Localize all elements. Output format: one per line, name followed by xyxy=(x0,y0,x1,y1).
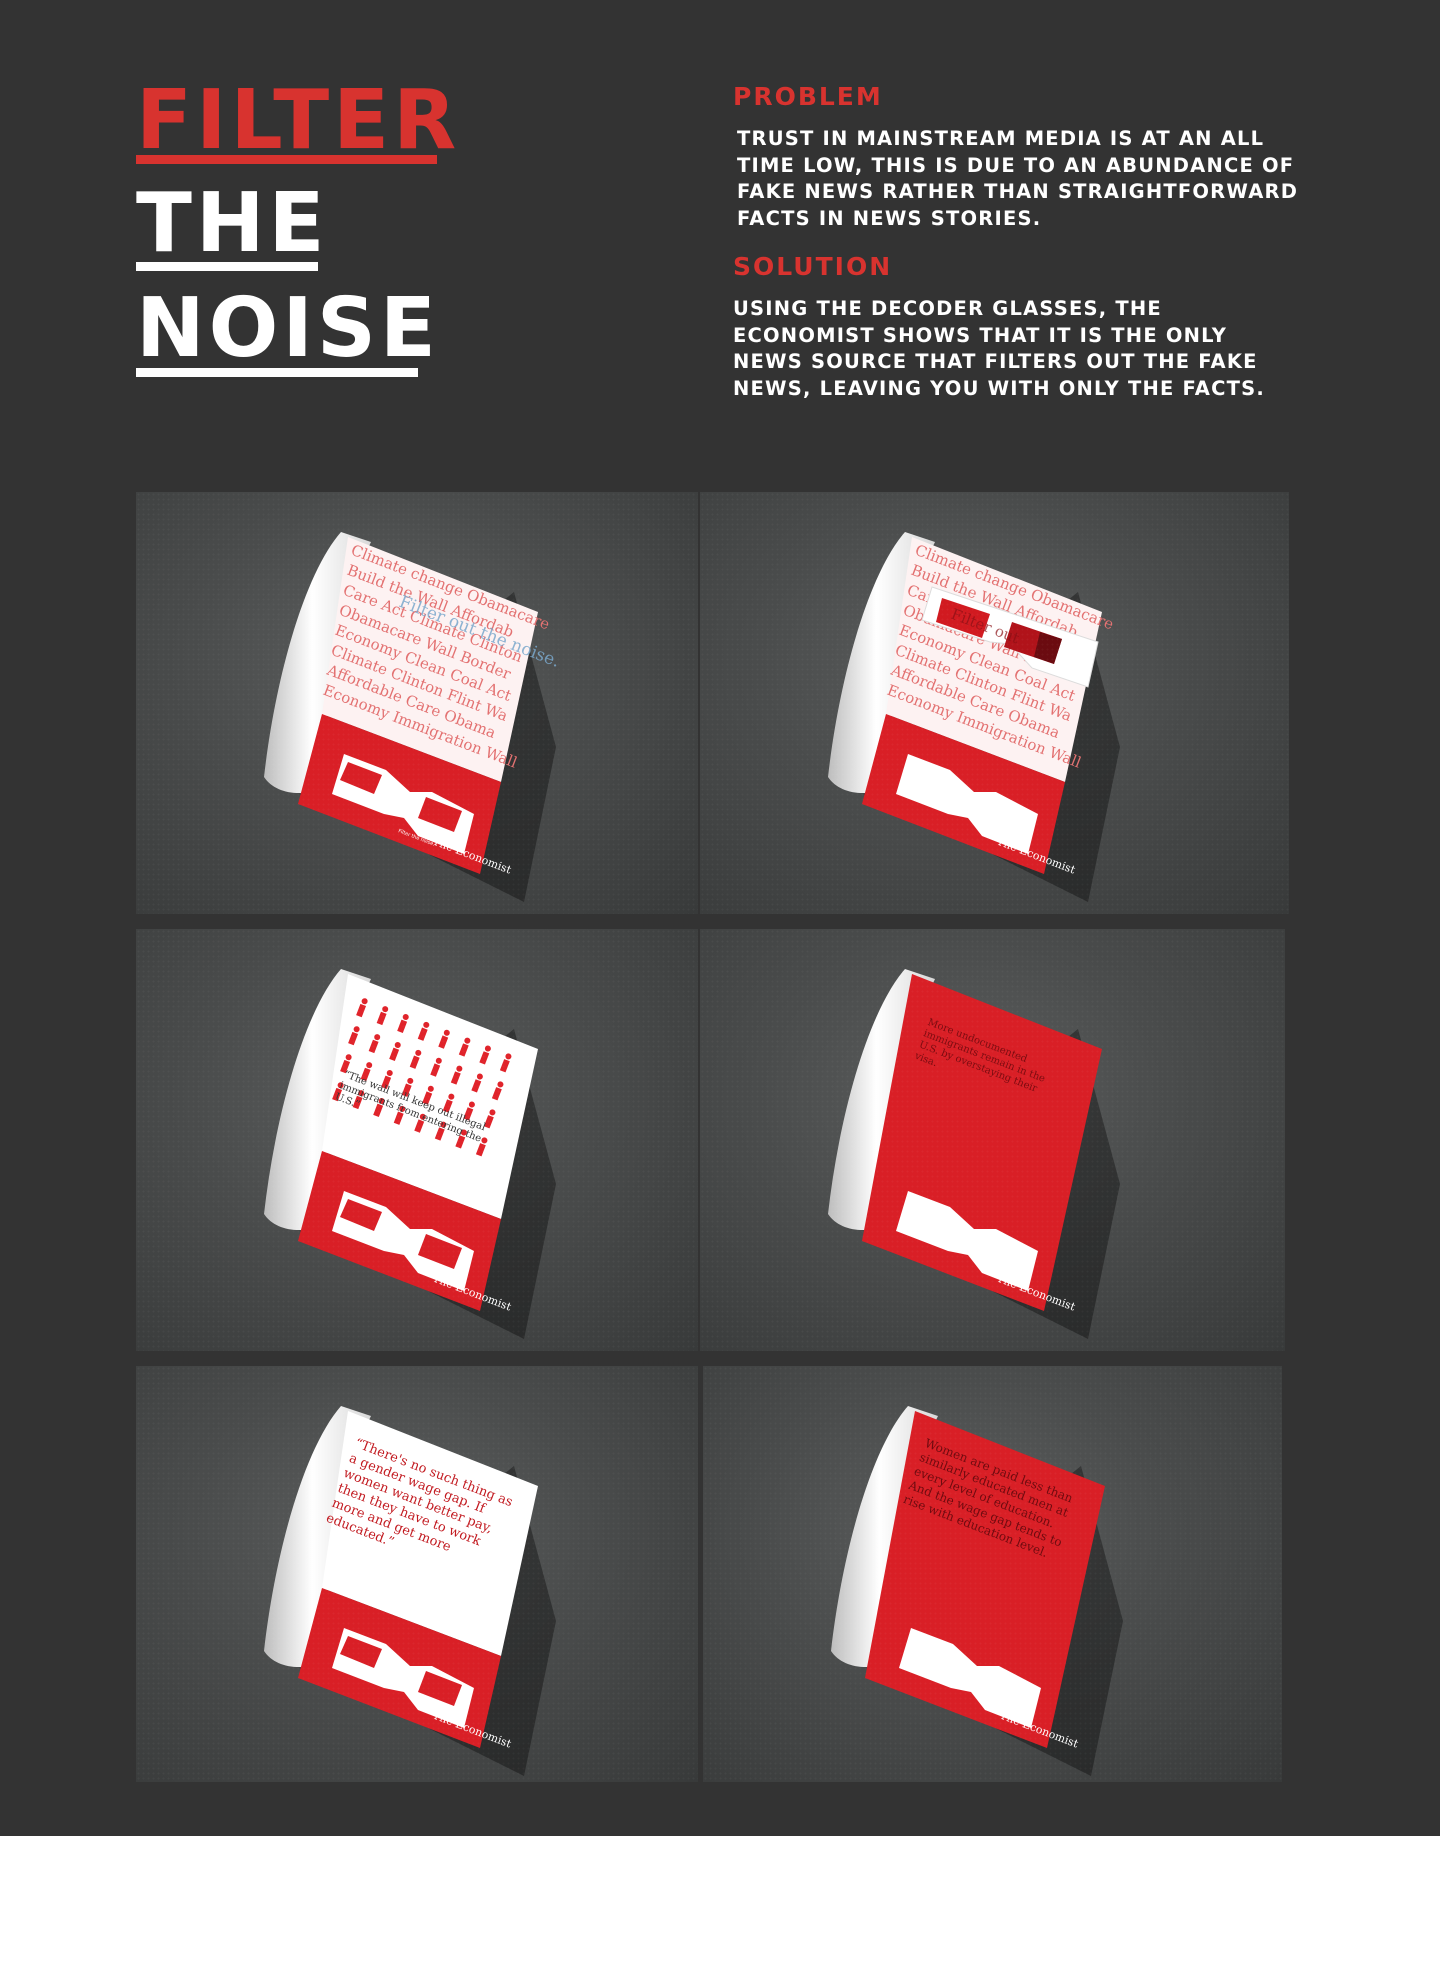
title-noise: NOISE xyxy=(136,281,440,376)
mockup-glasses-on-page: Climate change Obamacare Build the Wall … xyxy=(700,492,1289,914)
mockup-wall-quote: “The wall will keep out illegal immigran… xyxy=(136,929,698,1351)
title-underline-noise xyxy=(136,368,418,377)
title-the: THE xyxy=(136,176,329,271)
presentation-board: FILTER THE NOISE PROBLEM TRUST IN MAINST… xyxy=(0,0,1440,1836)
title-filter: FILTER xyxy=(136,73,461,168)
title-underline-the xyxy=(136,262,318,271)
mockup-wage-fact: Women are paid less than similarly educa… xyxy=(703,1366,1282,1782)
solution-text: USING THE DECODER GLASSES, THE ECONOMIST… xyxy=(733,297,1265,400)
problem-text: TRUST IN MAINSTREAM MEDIA IS AT AN ALL T… xyxy=(737,127,1299,230)
mockup-wage-quote: “There's no such thing as a gender wage … xyxy=(136,1366,698,1782)
mockup-noise-page: Climate change Obamacare Build the Wall … xyxy=(136,492,698,914)
mockup-wall-fact: More undocumented immigrants remain in t… xyxy=(700,929,1285,1351)
title-underline-filter xyxy=(136,155,437,164)
solution-heading: SOLUTION xyxy=(733,252,893,281)
problem-heading: PROBLEM xyxy=(733,82,883,111)
